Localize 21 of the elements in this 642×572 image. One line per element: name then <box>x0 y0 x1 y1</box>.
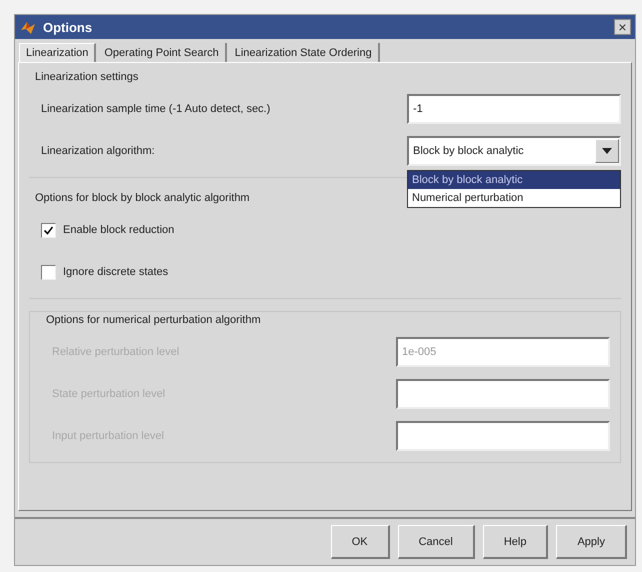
checkbox[interactable] <box>41 222 56 238</box>
close-button[interactable]: × <box>614 19 631 35</box>
field-label: Linearization sample time (-1 Auto detect, sec.) <box>41 103 270 115</box>
group-title: Options for numerical perturbation algorithm <box>45 313 261 328</box>
checkbox-label: Ignore discrete states <box>63 266 168 278</box>
dialog-button[interactable]: Apply <box>556 525 627 559</box>
caret-icon <box>602 148 612 154</box>
window-title: Options <box>43 20 94 34</box>
dropdown-option[interactable]: Block by block analytic <box>408 171 620 189</box>
dropdown[interactable]: Block by block analytic <box>407 136 621 166</box>
dropdown-option[interactable]: Numerical perturbation <box>408 189 620 207</box>
field-label: Linearization algorithm: <box>41 145 155 157</box>
tab[interactable]: Linearization <box>19 43 96 62</box>
dialog-button[interactable]: Cancel <box>398 525 475 559</box>
checkbox[interactable] <box>41 264 56 280</box>
checkbox-label: Enable block reduction <box>63 224 174 236</box>
dialog-button[interactable]: OK <box>330 525 390 559</box>
group-title: Linearization settings <box>34 70 138 85</box>
group-title: Options for block by block analytic algorithm <box>34 191 250 206</box>
input-field[interactable]: -1 <box>407 94 621 124</box>
dialog-button[interactable]: Help <box>482 525 548 559</box>
